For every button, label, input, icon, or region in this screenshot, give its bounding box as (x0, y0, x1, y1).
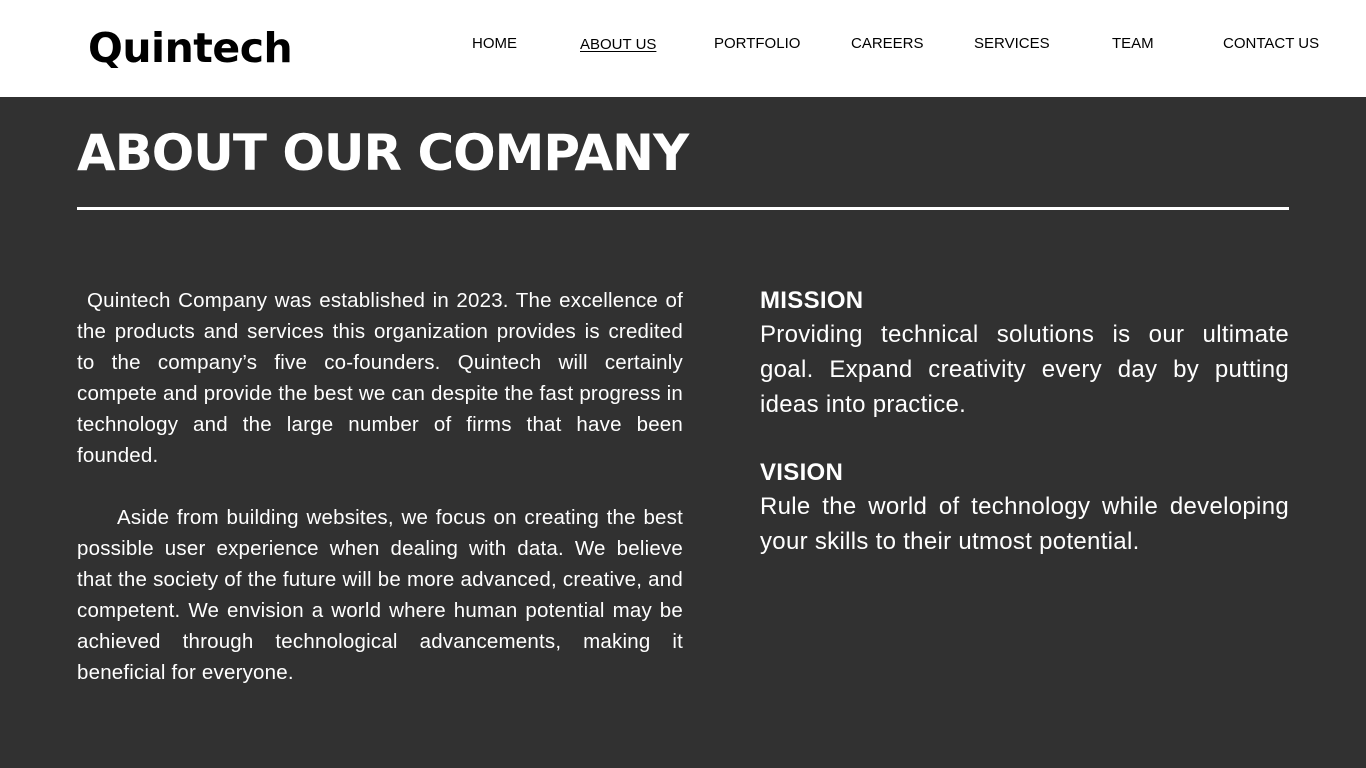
vision-text: Rule the world of technology while devel… (760, 493, 1289, 555)
site-logo[interactable]: Quintech (88, 20, 293, 76)
site-header: Quintech HOME ABOUT US PORTFOLIO CAREERS… (0, 0, 1366, 97)
nav-link-team[interactable]: TEAM (1112, 35, 1154, 53)
about-paragraph-1: Quintech Company was established in 2023… (77, 289, 683, 467)
nav-link-careers[interactable]: CAREERS (851, 35, 924, 53)
vision-block: VISION Rule the world of technology whil… (760, 457, 1289, 559)
page-title: ABOUT OUR COMPANY (77, 124, 689, 182)
about-section: Quintech Company was established in 2023… (77, 285, 683, 688)
mission-text: Providing technical solutions is our ult… (760, 321, 1289, 418)
mission-heading: MISSION (760, 287, 864, 314)
nav-link-contact-us[interactable]: CONTACT US (1223, 35, 1319, 53)
vision-heading: VISION (760, 459, 844, 486)
mission-block: MISSION Providing technical solutions is… (760, 285, 1289, 422)
about-paragraph-2: Aside from building websites, we focus o… (77, 506, 683, 684)
nav-link-services[interactable]: SERVICES (974, 35, 1050, 53)
nav-link-portfolio[interactable]: PORTFOLIO (714, 35, 800, 53)
nav-link-about-us[interactable]: ABOUT US (580, 36, 656, 54)
nav-link-home[interactable]: HOME (472, 35, 517, 53)
mission-vision-section: MISSION Providing technical solutions is… (760, 285, 1289, 559)
title-divider (77, 207, 1289, 210)
